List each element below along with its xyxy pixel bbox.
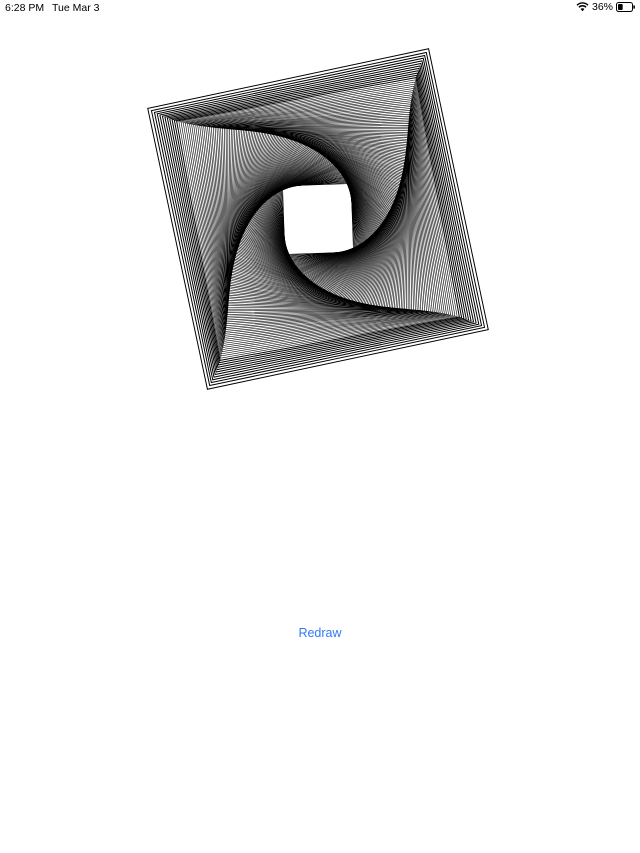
square-outline xyxy=(275,176,361,262)
square-outline xyxy=(235,136,401,302)
square-outline xyxy=(199,100,437,338)
square-outline xyxy=(274,175,362,263)
redraw-button[interactable]: Redraw xyxy=(0,626,640,640)
square-outline xyxy=(234,135,402,303)
square-outline xyxy=(246,147,390,291)
square-outline xyxy=(230,131,406,307)
square-outline xyxy=(239,140,397,298)
square-outline xyxy=(229,130,407,308)
square-outline xyxy=(276,177,360,261)
square-outline xyxy=(230,131,406,307)
square-outline xyxy=(278,179,358,259)
square-outline xyxy=(228,129,408,309)
square-outline xyxy=(228,129,408,309)
square-outline xyxy=(193,94,443,344)
square-outline xyxy=(147,48,489,390)
nested-squares-drawing xyxy=(147,48,489,390)
square-outline xyxy=(277,178,359,260)
square-outline xyxy=(223,124,413,314)
square-outline xyxy=(236,137,400,301)
square-outline xyxy=(280,181,356,257)
square-outline xyxy=(228,129,408,309)
square-outline xyxy=(173,74,463,364)
square-outline xyxy=(241,142,395,296)
square-outline xyxy=(230,131,406,307)
square-outline xyxy=(281,182,355,256)
square-outline xyxy=(228,129,408,309)
square-outline xyxy=(279,180,357,258)
square-outline xyxy=(248,149,388,289)
square-outline xyxy=(282,183,354,255)
square-outline xyxy=(228,129,408,309)
square-outline xyxy=(253,154,383,284)
square-outline xyxy=(176,77,460,361)
